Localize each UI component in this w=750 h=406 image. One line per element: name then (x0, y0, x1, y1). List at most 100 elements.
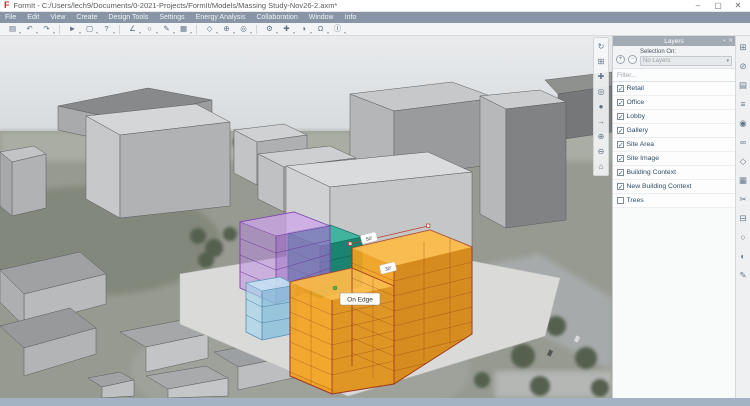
look-around-nav-button[interactable]: ◎ (594, 84, 608, 99)
menu-item[interactable]: Window (309, 14, 334, 21)
tool-dropdown-caret-icon[interactable]: ▾ (113, 30, 115, 35)
layer-row[interactable]: Gallery (613, 124, 735, 138)
layer-row[interactable]: Site Image (613, 152, 735, 166)
sun-study-panel-icon[interactable]: ○ (736, 228, 750, 247)
fly-nav-button[interactable]: → (594, 114, 608, 129)
minimize-button[interactable]: – (688, 0, 708, 12)
layer-name: Retail (626, 85, 644, 92)
panel-close-icon[interactable]: ✕ (728, 38, 733, 44)
zoom-tool-button[interactable]: ○ ▾ (141, 23, 158, 35)
layer-visibility-checkbox[interactable] (617, 85, 624, 92)
menu-item[interactable]: Edit (27, 14, 39, 21)
menu-item[interactable]: Create (76, 14, 97, 21)
svg-text:On Edge: On Edge (347, 297, 373, 304)
layer-visibility-checkbox[interactable] (617, 183, 624, 190)
box-select-tool-button[interactable]: ▢ ▾ (81, 23, 98, 35)
layer-visibility-checkbox[interactable] (617, 169, 624, 176)
layer-row[interactable]: Trees (613, 194, 735, 208)
layer-visibility-checkbox[interactable] (617, 113, 624, 120)
layer-name: Trees (626, 197, 644, 204)
menu-item[interactable]: Design Tools (108, 14, 148, 21)
zoom-out-nav-button[interactable]: ⊖ (594, 144, 608, 159)
maximize-button[interactable]: ▢ (708, 0, 728, 12)
tool-icon: ↷ (43, 24, 50, 33)
orbit-tool-button[interactable]: ◎ ▾ (235, 23, 252, 35)
selection-on-label: Selection On: (640, 49, 677, 55)
zoom-extents-nav-button[interactable]: ⌂ (594, 159, 608, 174)
cut-plane-panel-icon[interactable]: ✂ (736, 190, 750, 209)
menu-item[interactable]: Info (345, 14, 357, 21)
paint-tool-button[interactable]: ✎ ▾ (158, 23, 175, 35)
tool-icon: ⊕ (223, 24, 230, 33)
zoom-window-nav-button[interactable]: ⊞ (594, 54, 608, 69)
section-tool-button[interactable]: ▦ ▾ (175, 23, 192, 35)
layer-row[interactable]: Building Context (613, 166, 735, 180)
select-tool-button[interactable]: ► ▾ (64, 23, 81, 35)
pan-tool-button[interactable]: ✚ ▾ (278, 23, 295, 35)
add-layer-button[interactable]: + (616, 55, 625, 64)
info-tool-button[interactable]: Ⓘ ▾ (329, 23, 346, 35)
tool-icon: ? (104, 24, 109, 33)
close-button[interactable]: ✕ (728, 0, 748, 12)
pan-nav-button[interactable]: ✚ (594, 69, 608, 84)
layers-panel-icon[interactable]: ▤ (736, 76, 750, 95)
selection-layer-dropdown[interactable]: No Layers ▾ (640, 56, 732, 66)
layer-row[interactable]: Retail (613, 82, 735, 96)
tool-icon: ▢ (85, 24, 94, 33)
tool-icon: ⚙ (266, 24, 273, 33)
viewport-canvas[interactable]: 50' 30' On Edge ↻ ⊞ ✚ ◎ ● → ⊕ ⊖ ⌂ (0, 36, 612, 398)
layer-visibility-checkbox[interactable] (617, 155, 624, 162)
groups-panel-icon[interactable]: ∞ (736, 133, 750, 152)
analysis-panel-icon[interactable]: ⊟ (736, 209, 750, 228)
layer-row[interactable]: Site Area (613, 138, 735, 152)
toolbar-separator (256, 24, 257, 34)
tool-dropdown-caret-icon[interactable]: ▾ (190, 30, 192, 35)
layer-visibility-checkbox[interactable] (617, 197, 624, 204)
lobby-massing-blue[interactable] (245, 276, 297, 341)
levels-panel-icon[interactable]: ≡ (736, 95, 750, 114)
menu-item[interactable]: File (5, 14, 16, 21)
menu-item[interactable]: Collaboration (256, 14, 297, 21)
layer-row[interactable]: New Building Context (613, 180, 735, 194)
undo-button[interactable]: ↶ ▾ (21, 23, 38, 35)
menu-item[interactable]: Energy Analysis (196, 14, 246, 21)
redo-button[interactable]: ↷ ▾ (38, 23, 55, 35)
layers-panel-header[interactable]: Layers ▪ ✕ (613, 36, 735, 46)
layer-visibility-checkbox[interactable] (617, 127, 624, 134)
location-tool-button[interactable]: ◇ ▾ (201, 23, 218, 35)
layer-visibility-checkbox[interactable] (617, 99, 624, 106)
scenes-panel-icon[interactable]: ◉ (736, 114, 750, 133)
tool-dropdown-caret-icon[interactable]: ▾ (344, 30, 346, 35)
layer-visibility-checkbox[interactable] (617, 141, 624, 148)
sketch-panel-icon[interactable]: ✎ (736, 266, 750, 285)
sheets-panel-icon[interactable]: ▦ (736, 171, 750, 190)
settings-tool-button[interactable]: ⚙ ▾ (261, 23, 278, 35)
tool-icon: ✎ (163, 24, 170, 33)
tool-icon: Ⓘ (333, 24, 342, 33)
panel-pin-icon[interactable]: ▪ (723, 38, 725, 44)
layer-row[interactable]: Office (613, 96, 735, 110)
properties-panel-icon[interactable]: ⊞ (736, 38, 750, 57)
orbit-nav-button[interactable]: ↻ (594, 39, 608, 54)
chevron-down-icon: ▾ (726, 58, 729, 64)
zoom-in-nav-button[interactable]: ⊕ (594, 129, 608, 144)
tool-dropdown-caret-icon[interactable]: ▾ (250, 30, 252, 35)
walk-nav-button[interactable]: ● (594, 99, 608, 114)
window-title: FormIt - C:/Users/lech9/Documents/0-2021… (13, 1, 338, 10)
target-tool-button[interactable]: ⊕ ▾ (218, 23, 235, 35)
materials-panel-icon[interactable]: ⊘ (736, 57, 750, 76)
content-library-panel-icon[interactable]: ◇ (736, 152, 750, 171)
layer-filter-input[interactable] (613, 71, 735, 79)
menu-item[interactable]: Settings (159, 14, 184, 21)
collaboration-tool-button[interactable]: Ω ▾ (312, 23, 329, 35)
tool-icon: ✚ (283, 24, 290, 33)
save-button[interactable]: ▤ ▾ (4, 23, 21, 35)
draw-line-tool-button[interactable]: ∠ ▾ (124, 23, 141, 35)
menu-item[interactable]: View (50, 14, 65, 21)
remove-layer-button[interactable]: − (628, 55, 637, 64)
tool-dropdown-caret-icon[interactable]: ▾ (53, 30, 55, 35)
layer-row[interactable]: Lobby (613, 110, 735, 124)
shadows-tool-button[interactable]: ◑ ▾ (295, 23, 312, 35)
query-tool-button[interactable]: ? ▾ (98, 23, 115, 35)
visual-styles-panel-icon[interactable]: ◐ (736, 247, 750, 266)
